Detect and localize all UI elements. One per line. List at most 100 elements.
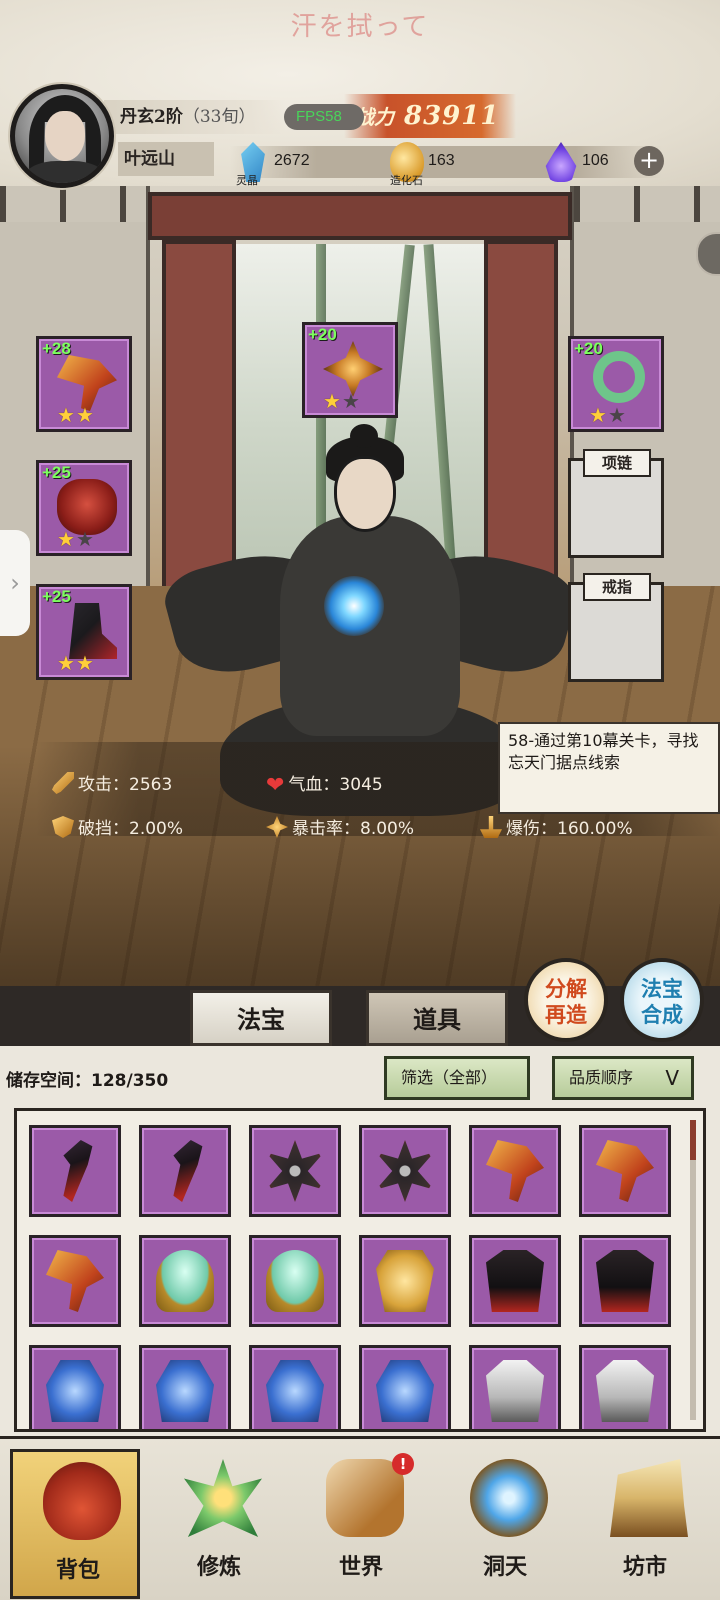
realm-plate: 丹玄2阶（33旬） <box>104 100 286 134</box>
stat-text: 攻击：2563 <box>78 775 173 795</box>
sort-dropdown[interactable]: 品质顺序 V <box>552 1056 694 1100</box>
slot-label: 戒指 <box>583 573 651 601</box>
filter-button[interactable]: 筛选（全部） <box>384 1056 530 1100</box>
stat-text: 破挡：2.00% <box>78 819 184 839</box>
stat-attack: 攻击：2563 <box>52 770 172 795</box>
shuriken-icon <box>376 1140 434 1202</box>
inventory-item[interactable] <box>249 1235 341 1327</box>
equip-slot-necklace[interactable]: 项链 <box>568 449 664 558</box>
inventory-item[interactable] <box>139 1345 231 1429</box>
enhance-level: +28 <box>42 339 71 358</box>
inventory-item[interactable] <box>469 1125 561 1217</box>
nav-label: 修炼 <box>196 1554 241 1580</box>
sword-icon <box>52 772 74 794</box>
star-icon: ★ <box>75 403 95 427</box>
robe-dark-icon <box>596 1250 654 1312</box>
equip-slot-ring[interactable]: 戒指 <box>568 573 664 682</box>
armor-gold-icon <box>376 1250 434 1312</box>
spirit-orb-icon <box>324 576 384 636</box>
scroll-thumb[interactable] <box>690 1120 696 1160</box>
stat-break: 破挡：2.00% <box>52 814 183 839</box>
inventory-item[interactable] <box>29 1345 121 1429</box>
bag-icon <box>43 1462 121 1540</box>
currency-spirit-crystal[interactable]: 2672 灵晶 <box>236 142 366 187</box>
storage-capacity: 储存空间：128/350 <box>6 1066 168 1091</box>
synthesize-button[interactable]: 法宝 合成 <box>620 958 704 1042</box>
tab-items[interactable]: 道具 <box>366 990 508 1046</box>
player-avatar[interactable] <box>10 84 114 188</box>
nav-bag[interactable]: 背包 <box>10 1449 140 1599</box>
inventory-item[interactable] <box>469 1345 561 1429</box>
notification-badge: ! <box>392 1453 414 1475</box>
inventory-item[interactable] <box>249 1345 341 1429</box>
equip-slot-boots[interactable]: +25 ★★ <box>36 584 132 680</box>
top-header: 汗を拭って 丹玄2阶（33旬） 叶远山 战力 83911 FPS58 2672 灵… <box>0 0 720 188</box>
star-icon: ★ <box>75 651 95 675</box>
star-icon: ★ <box>589 403 608 427</box>
equip-slot-emblem[interactable]: +20 ★★ <box>302 322 398 418</box>
dagger-icon <box>173 1140 203 1202</box>
inventory-item[interactable] <box>579 1235 671 1327</box>
face <box>334 456 396 532</box>
white-icon <box>596 1360 654 1422</box>
enhance-level: +25 <box>42 463 71 482</box>
door-lintel <box>148 192 572 240</box>
decompose-label-bottom: 再造 <box>545 1002 587 1027</box>
star-icon: ★ <box>57 651 76 675</box>
nav-market[interactable]: 坊市 <box>580 1449 710 1599</box>
avatar-face <box>45 111 85 161</box>
top-banner-text: 汗を拭って <box>290 12 430 42</box>
add-currency-button[interactable]: + <box>634 146 664 176</box>
bottom-navigation: 背包 修炼 ! 世界 洞天 坊市 <box>0 1436 720 1600</box>
inventory-item[interactable] <box>139 1235 231 1327</box>
market-icon <box>610 1459 688 1537</box>
inventory-item[interactable] <box>29 1125 121 1217</box>
currency-value: 2672 <box>274 152 310 169</box>
inventory-item[interactable] <box>359 1125 451 1217</box>
currency-creation-stone[interactable]: 163 造化石 <box>390 142 510 187</box>
tab-treasure[interactable]: 法宝 <box>190 990 332 1046</box>
nav-cave-realm[interactable]: 洞天 <box>440 1449 570 1599</box>
star-empty-icon: ★ <box>341 389 361 413</box>
inventory-item[interactable] <box>579 1345 671 1429</box>
storage-count: 128/350 <box>91 1071 169 1091</box>
inventory-item[interactable] <box>579 1125 671 1217</box>
nav-world[interactable]: ! 世界 <box>296 1449 426 1599</box>
side-drawer-handle[interactable]: › <box>0 530 30 636</box>
inventory-item[interactable] <box>469 1235 561 1327</box>
purple-flame-icon <box>545 142 577 182</box>
inventory-item[interactable] <box>359 1345 451 1429</box>
stat-crit-damage: 爆伤：160.00% <box>480 814 633 839</box>
star-icon: ★ <box>57 403 76 427</box>
inventory-scrollbar[interactable] <box>690 1120 696 1420</box>
inventory-grid <box>14 1108 706 1432</box>
currency-purple-flame[interactable]: 106 <box>544 142 634 182</box>
inventory-item[interactable] <box>139 1125 231 1217</box>
mirror-icon <box>156 1250 214 1312</box>
enhance-level: +20 <box>308 325 337 344</box>
inventory-item[interactable] <box>359 1235 451 1327</box>
chevron-down-icon: V <box>665 1066 679 1090</box>
equip-slot-wreath[interactable]: +20 ★★ <box>568 336 664 432</box>
equip-slot-weapon[interactable]: +28 ★★ <box>36 336 132 432</box>
scroll-icon <box>326 1459 404 1537</box>
tab-bar: 法宝 道具 <box>0 986 720 1046</box>
quest-tracker[interactable]: 58-通过第10幕关卡，寻找忘天门据点线索 <box>498 722 720 814</box>
decompose-label-top: 分解 <box>545 976 587 1001</box>
star-rating: ★★ <box>323 389 361 413</box>
currency-value: 163 <box>428 152 455 169</box>
decompose-button[interactable]: 分解 再造 <box>524 958 608 1042</box>
anchor-icon <box>480 816 502 838</box>
blue-icon <box>156 1360 214 1422</box>
nav-cultivate[interactable]: 修炼 <box>154 1449 284 1599</box>
inventory-item[interactable] <box>249 1125 341 1217</box>
synth-label-bottom: 合成 <box>641 1002 683 1027</box>
avatar-robe <box>25 161 105 183</box>
enhance-level: +20 <box>574 339 603 358</box>
equip-slot-helmet[interactable]: +25 ★★ <box>36 460 132 556</box>
storage-panel: 储存空间：128/350 筛选（全部） 品质顺序 V <box>0 1046 720 1436</box>
stat-crit-rate: 暴击率：8.00% <box>266 814 414 839</box>
combat-power-banner: 战力 83911 <box>344 94 516 138</box>
blue-icon <box>46 1360 104 1422</box>
inventory-item[interactable] <box>29 1235 121 1327</box>
